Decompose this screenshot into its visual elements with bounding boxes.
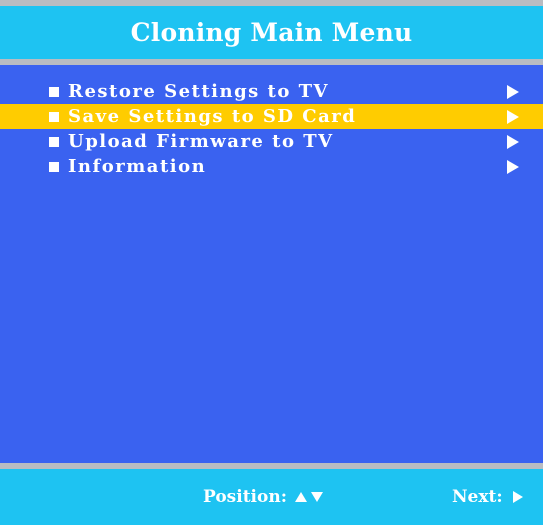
cloning-osd-panel: Cloning Main Menu Restore Settings to TV… [0,0,543,525]
menu-item-upload-firmware[interactable]: Upload Firmware to TV [0,129,543,154]
menu-item-save-settings[interactable]: Save Settings to SD Card [0,104,543,129]
down-arrow-icon [310,492,323,502]
menu-item-restore-settings[interactable]: Restore Settings to TV [0,79,543,104]
square-bullet-icon [49,162,59,172]
right-arrow-icon [507,160,519,174]
menu-item-label: Save Settings to SD Card [68,106,357,127]
menu-item-label: Upload Firmware to TV [68,131,334,152]
position-label: Position: [203,487,287,507]
title-divider [0,59,543,65]
next-hint: Next: [452,487,523,507]
menu-item-label: Restore Settings to TV [68,81,330,102]
right-arrow-icon [512,491,523,503]
page-title: Cloning Main Menu [130,18,413,47]
square-bullet-icon [49,137,59,147]
title-bar: Cloning Main Menu [0,6,543,59]
next-label: Next: [452,487,503,507]
right-arrow-icon [507,85,519,99]
main-menu: Restore Settings to TV Save Settings to … [0,79,543,179]
up-arrow-icon [294,492,307,502]
menu-item-information[interactable]: Information [0,154,543,179]
position-hint: Position: [203,487,323,507]
square-bullet-icon [49,112,59,122]
right-arrow-icon [507,135,519,149]
menu-item-label: Information [68,156,207,177]
footer-bar: Position: Next: [0,469,543,525]
right-arrow-icon [507,110,519,124]
square-bullet-icon [49,87,59,97]
